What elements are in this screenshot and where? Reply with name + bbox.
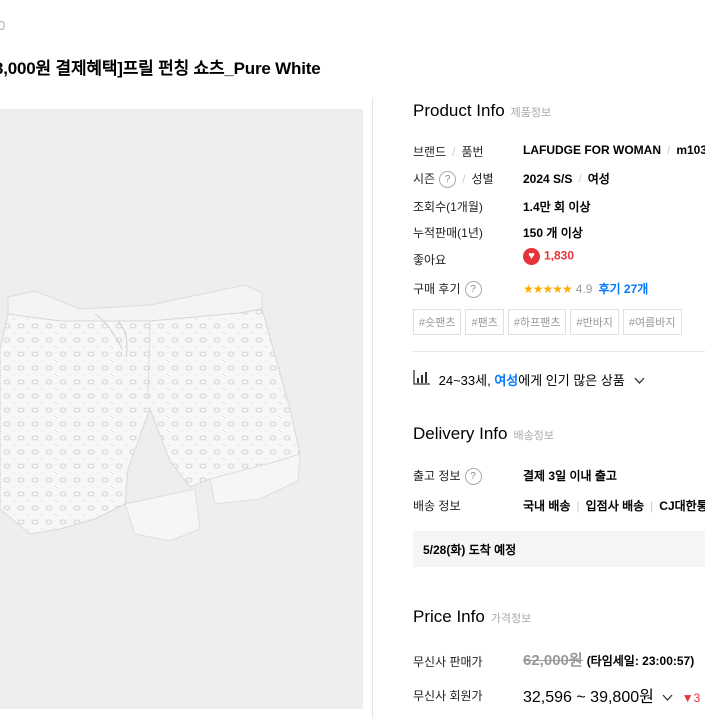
season-value: 2024 S/S <box>523 172 573 186</box>
review-label: 구매 후기 <box>413 282 461 296</box>
release-label: 출고 정보 <box>413 469 461 483</box>
gender-value: 여성 <box>587 172 610 186</box>
product-image[interactable] <box>0 109 363 709</box>
release-value: 결제 3일 이내 출고 <box>523 469 617 483</box>
product-title: 3,000원 결제혜택]프릴 펀칭 쇼츠_Pure White <box>0 59 321 78</box>
help-icon[interactable]: ? <box>464 468 482 486</box>
chevron-down-icon <box>634 373 645 388</box>
arrival-date: 5/28(화) 도착 예정 <box>423 543 517 557</box>
shipping-vendor: 입점사 배송 <box>585 499 645 513</box>
product-info-title: Product Info <box>413 101 505 120</box>
popularity-row[interactable]: 24~33세, 여성에게 인기 많은 상품 <box>413 369 645 389</box>
popularity-gender: 여성 <box>494 373 519 388</box>
chart-icon <box>413 370 431 388</box>
shorts-image <box>0 284 301 542</box>
sale-price-row: 62,000원 (타임세일: 23:00:57) <box>523 649 694 670</box>
sales-value: 150 개 이상 <box>523 226 583 240</box>
chevron-down-icon[interactable] <box>662 689 673 706</box>
heart-icon: ♥ <box>523 248 540 265</box>
product-info-subtitle: 제품정보 <box>510 107 552 119</box>
help-icon[interactable]: ? <box>439 171 457 189</box>
column-divider <box>372 98 373 718</box>
member-price: 32,596 ~ 39,800원 <box>523 689 654 706</box>
price-info-title: Price Info <box>413 607 485 626</box>
original-price: 62,000원 <box>523 652 583 669</box>
product-info-heading: Product Info 제품정보 <box>413 101 551 121</box>
item-code-label: 품번 <box>461 145 484 159</box>
review-count-link[interactable]: 후기 27개 <box>598 282 648 296</box>
gender-label: 성별 <box>471 172 494 186</box>
sale-price-label: 무신사 판매가 <box>413 655 483 669</box>
delivery-info-subtitle: 배송정보 <box>513 430 554 442</box>
likes-label: 좋아요 <box>413 253 447 267</box>
price-drop-icon: ▼ <box>681 691 694 705</box>
divider <box>413 351 705 352</box>
tag-item[interactable]: #하프팬츠 <box>507 309 567 335</box>
review-row-value: ★★★★★ 4.9 후기 27개 <box>523 280 648 297</box>
breadcrumb[interactable]: 0 <box>0 18 5 33</box>
season-label: 시즌 <box>413 172 436 186</box>
star-rating-icon: ★★★★★ <box>523 282 573 296</box>
brand-label: 브랜드 <box>413 145 447 159</box>
delivery-info-heading: Delivery Info 배송정보 <box>413 424 554 444</box>
help-icon[interactable]: ? <box>464 281 482 299</box>
member-price-label: 무신사 회원가 <box>413 689 483 703</box>
brand-row-value: LAFUDGE FOR WOMAN/m1037 <box>523 143 705 157</box>
tag-item[interactable]: #반바지 <box>570 309 619 335</box>
brand-link[interactable]: LAFUDGE FOR WOMAN <box>523 143 661 157</box>
item-code-value: m1037 <box>676 143 705 157</box>
tag-item[interactable]: #숏팬츠 <box>413 309 462 335</box>
likes-count: 1,830 <box>544 248 575 263</box>
shipping-carrier: CJ대한통 <box>659 499 705 513</box>
tag-item[interactable]: #여름바지 <box>622 309 682 335</box>
price-info-heading: Price Info 가격정보 <box>413 607 531 627</box>
sales-label: 누적판매(1년) <box>413 226 483 240</box>
age-range: 24~33세, <box>438 373 491 388</box>
arrival-box: 5/28(화) 도착 예정 <box>413 531 705 567</box>
timesale-text: (타임세일: 23:00:57) <box>586 654 695 668</box>
tag-list: #숏팬츠 #팬츠 #하프팬츠 #반바지 #여름바지 <box>413 309 686 335</box>
like-button[interactable]: ♥ 1,830 <box>523 248 574 265</box>
price-info-subtitle: 가격정보 <box>490 613 532 625</box>
review-rating: 4.9 <box>575 282 593 296</box>
review-row-label: 구매 후기? <box>413 280 482 299</box>
release-row-label: 출고 정보? <box>413 467 482 486</box>
season-row-label: 시즌? / 성별 <box>413 170 494 189</box>
views-label: 조회수(1개월) <box>413 200 483 214</box>
price-drop-value: 3 <box>693 691 701 705</box>
season-row-value: 2024 S/S / 여성 <box>523 172 610 186</box>
member-price-row[interactable]: 32,596 ~ 39,800원 ▼3 <box>523 683 700 707</box>
popularity-text: 에게 인기 많은 상품 <box>518 373 625 388</box>
tag-item[interactable]: #팬츠 <box>465 309 504 335</box>
views-value: 1.4만 회 이상 <box>523 200 591 214</box>
delivery-info-title: Delivery Info <box>413 424 508 443</box>
brand-row-label: 브랜드 / 품번 <box>413 145 484 159</box>
shipping-values: 국내 배송 | 입점사 배송 | CJ대한통 <box>523 497 705 514</box>
shipping-label: 배송 정보 <box>413 499 461 513</box>
shipping-domestic: 국내 배송 <box>523 499 571 513</box>
